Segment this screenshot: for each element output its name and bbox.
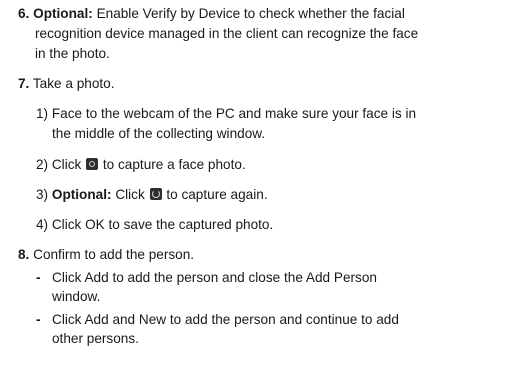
- retake-icon: [149, 188, 162, 200]
- step-7-sub2-suffix: to capture a face photo.: [102, 157, 246, 172]
- step-6-number: 6.: [18, 6, 30, 21]
- step-8-bullet-2-line2: other persons.: [52, 331, 139, 346]
- step-8-number: 8.: [18, 247, 30, 262]
- step-7-text: Take a photo.: [32, 76, 115, 91]
- step-7-sub2: 2) Click to capture a face photo.: [36, 155, 246, 174]
- bullet-dash: -: [36, 312, 41, 327]
- step-7-sub3-suffix: to capture again.: [166, 187, 268, 202]
- step-6-text-line3: in the photo.: [35, 46, 110, 61]
- step-7-sub2-prefix: 2) Click: [36, 157, 82, 172]
- step-6-text-line2: recognition device managed in the client…: [35, 26, 419, 41]
- step-7-sub3-prefix: 3): [36, 187, 49, 202]
- step-8-bullet-1-line2: window.: [52, 289, 101, 304]
- document-page: 6. Optional: Enable Verify by Device to …: [0, 0, 505, 376]
- step-8-bullet-1-line1: Click Add to add the person and close th…: [52, 270, 377, 285]
- step-7-sub3-click: Click: [115, 187, 145, 202]
- step-7-sub3: 3) Optional: Click to capture again.: [36, 185, 268, 204]
- step-7-sub4: 4) Click OK to save the captured photo.: [36, 217, 274, 232]
- step-8-bullet-2-line1: Click Add and New to add the person and …: [52, 312, 399, 327]
- step-7-sub3-optional-label: Optional:: [51, 187, 112, 202]
- step-6-text-line1: Enable Verify by Device to check whether…: [96, 6, 405, 21]
- step-6-optional-label: Optional:: [33, 6, 93, 21]
- step-8-bullet-2: - Click Add and New to add the person an…: [36, 310, 496, 348]
- step-7-sub1-line2: the middle of the collecting window.: [52, 126, 266, 141]
- step-7-number: 7.: [18, 76, 30, 91]
- bullet-dash: -: [36, 270, 41, 285]
- step-8-text: Confirm to add the person.: [33, 247, 195, 262]
- step-8-bullet-1: - Click Add to add the person and close …: [36, 268, 496, 306]
- step-8: 8. Confirm to add the person.: [18, 245, 194, 264]
- step-7-sub1-line1: 1) Face to the webcam of the PC and make…: [36, 106, 417, 121]
- step-7: 7. Take a photo.: [18, 74, 115, 93]
- step-6: 6. Optional: Enable Verify by Device to …: [18, 4, 405, 23]
- camera-capture-icon: [86, 158, 99, 170]
